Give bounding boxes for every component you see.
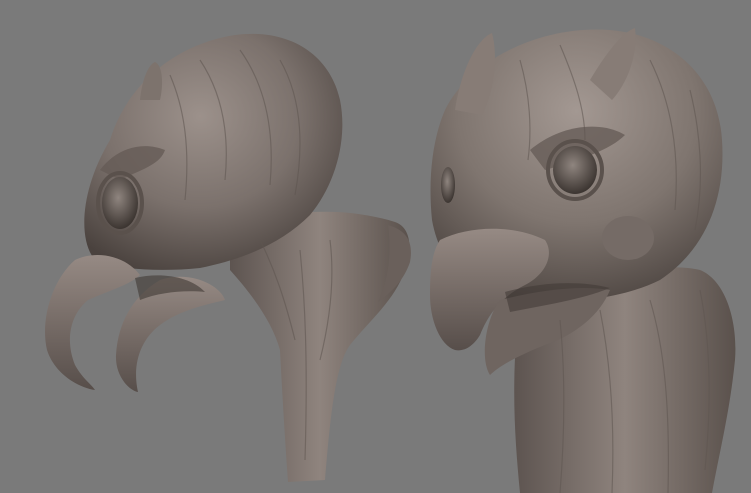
eye-far xyxy=(441,167,455,203)
sculpt-render xyxy=(45,28,736,493)
ear-tuft-left xyxy=(140,62,163,100)
beak-lower-left xyxy=(115,276,225,392)
eye-left xyxy=(102,177,138,229)
eye-right xyxy=(553,146,597,194)
neck-left xyxy=(230,211,410,482)
bird-bust-side-view xyxy=(45,33,411,482)
sculpt-viewport xyxy=(0,0,751,493)
cheek-right xyxy=(602,216,654,260)
bird-bust-three-quarter-view xyxy=(430,28,736,493)
